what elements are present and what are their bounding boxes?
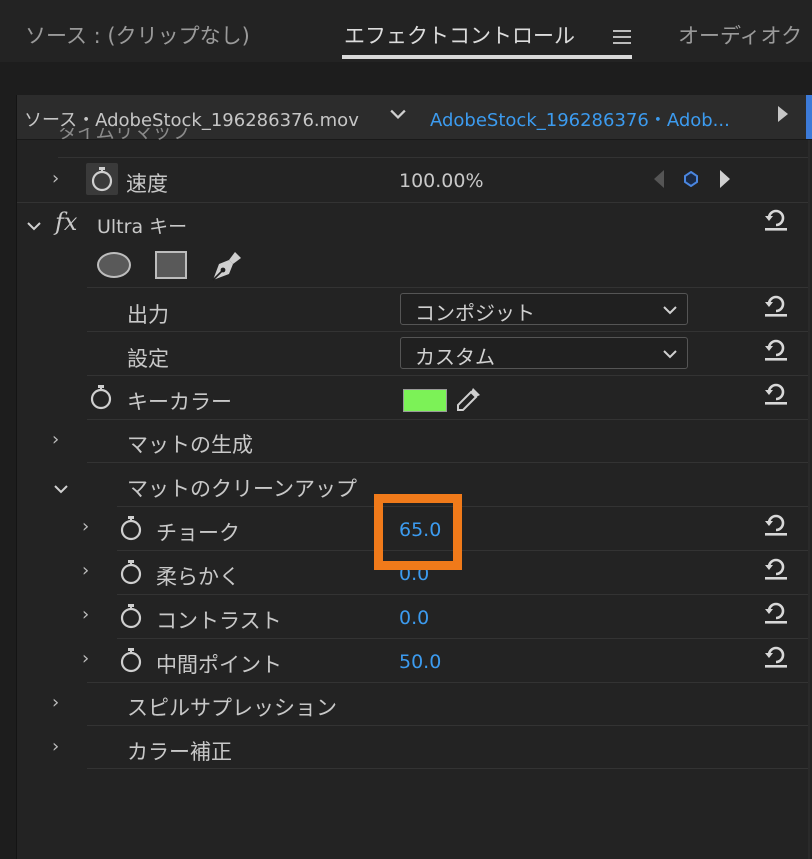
- chevron-right-icon[interactable]: ›: [82, 560, 89, 581]
- row-divider: [87, 419, 808, 420]
- highlight-box: [374, 494, 462, 570]
- reset-icon[interactable]: [763, 643, 789, 669]
- effect-name: Ultra キー: [97, 216, 188, 238]
- choke-label: チョーク: [156, 521, 240, 545]
- key-color-swatch[interactable]: [403, 389, 447, 412]
- reset-icon[interactable]: [763, 336, 789, 362]
- contrast-value[interactable]: 0.0: [399, 607, 429, 629]
- row-divider: [117, 638, 808, 639]
- row-divider: [87, 725, 808, 726]
- chevron-down-icon: [663, 343, 677, 363]
- reset-icon[interactable]: [763, 380, 789, 406]
- row-divider: [87, 375, 808, 376]
- ellipse-mask-icon[interactable]: [97, 252, 131, 278]
- tab-audio[interactable]: オーディオク: [678, 20, 802, 50]
- reset-icon[interactable]: [763, 292, 789, 318]
- speed-label: 速度: [126, 172, 168, 196]
- setting-dropdown[interactable]: カスタム: [400, 337, 688, 369]
- tab-source[interactable]: ソース : (クリップなし): [25, 20, 250, 50]
- spill-suppression-label[interactable]: スピルサプレッション: [127, 692, 337, 722]
- chevron-right-icon[interactable]: ›: [52, 692, 59, 713]
- play-icon[interactable]: [778, 106, 788, 122]
- stopwatch-icon[interactable]: [119, 647, 143, 677]
- chevron-down-icon[interactable]: [390, 104, 406, 125]
- partial-row-time-remap: タイムリマップ: [58, 128, 191, 140]
- reset-icon[interactable]: [763, 206, 789, 232]
- stopwatch-icon[interactable]: [119, 559, 143, 589]
- active-tab-indicator: [342, 55, 632, 59]
- output-value: コンポジット: [415, 301, 535, 325]
- reset-icon[interactable]: [763, 555, 789, 581]
- add-keyframe-icon[interactable]: [683, 170, 699, 191]
- stopwatch-icon[interactable]: [119, 603, 143, 633]
- row-divider: [87, 462, 808, 463]
- reset-icon[interactable]: [763, 599, 789, 625]
- fx-badge[interactable]: fx: [55, 208, 77, 236]
- chevron-right-icon[interactable]: ›: [52, 736, 59, 757]
- reset-icon[interactable]: [763, 511, 789, 537]
- chevron-right-icon[interactable]: ›: [82, 648, 89, 669]
- contrast-label: コントラスト: [156, 609, 282, 633]
- row-divider: [117, 550, 808, 551]
- stopwatch-icon[interactable]: [119, 515, 143, 545]
- stopwatch-toggle-active[interactable]: [86, 163, 118, 195]
- timeline-edge: [806, 95, 812, 139]
- eyedropper-icon[interactable]: [454, 384, 484, 418]
- row-divider: [87, 331, 808, 332]
- tab-effect-controls[interactable]: エフェクトコントロール: [344, 20, 575, 50]
- chevron-right-icon[interactable]: ›: [82, 604, 89, 625]
- row-divider: [17, 202, 808, 203]
- panel-menu-icon[interactable]: [613, 30, 631, 44]
- matte-generation-label[interactable]: マットの生成: [127, 429, 253, 459]
- matte-cleanup-label[interactable]: マットのクリーンアップ: [127, 473, 357, 503]
- speed-value[interactable]: 100.00%: [399, 170, 484, 192]
- row-divider: [87, 768, 808, 769]
- chevron-right-icon[interactable]: ›: [52, 168, 59, 189]
- output-dropdown[interactable]: コンポジット: [400, 293, 688, 325]
- row-divider: [117, 594, 808, 595]
- midpoint-value[interactable]: 50.0: [399, 651, 441, 673]
- soften-label: 柔らかく: [156, 565, 240, 589]
- row-divider: [117, 506, 808, 507]
- chevron-down-icon[interactable]: [54, 479, 68, 498]
- chevron-right-icon[interactable]: ›: [82, 516, 89, 537]
- row-divider: [87, 682, 808, 683]
- color-correction-label[interactable]: カラー補正: [127, 736, 232, 766]
- sequence-clip-link[interactable]: AdobeStock_196286376・Adob...: [430, 106, 730, 132]
- chevron-right-icon[interactable]: ›: [52, 429, 59, 450]
- key-color-label: キーカラー: [127, 390, 232, 414]
- setting-value: カスタム: [415, 345, 495, 369]
- setting-label: 設定: [127, 347, 169, 371]
- next-keyframe-icon[interactable]: [720, 170, 730, 188]
- row-divider: [87, 287, 808, 288]
- rectangle-mask-icon[interactable]: [155, 251, 187, 279]
- pen-mask-icon[interactable]: [209, 248, 245, 288]
- chevron-down-icon: [663, 299, 677, 319]
- chevron-down-icon[interactable]: [27, 216, 41, 235]
- output-label: 出力: [127, 303, 169, 327]
- scrollbar-track[interactable]: [808, 140, 810, 859]
- previous-keyframe-icon[interactable]: [654, 170, 664, 188]
- stopwatch-icon[interactable]: [89, 384, 113, 414]
- row-divider: [58, 157, 808, 158]
- midpoint-label: 中間ポイント: [156, 653, 282, 677]
